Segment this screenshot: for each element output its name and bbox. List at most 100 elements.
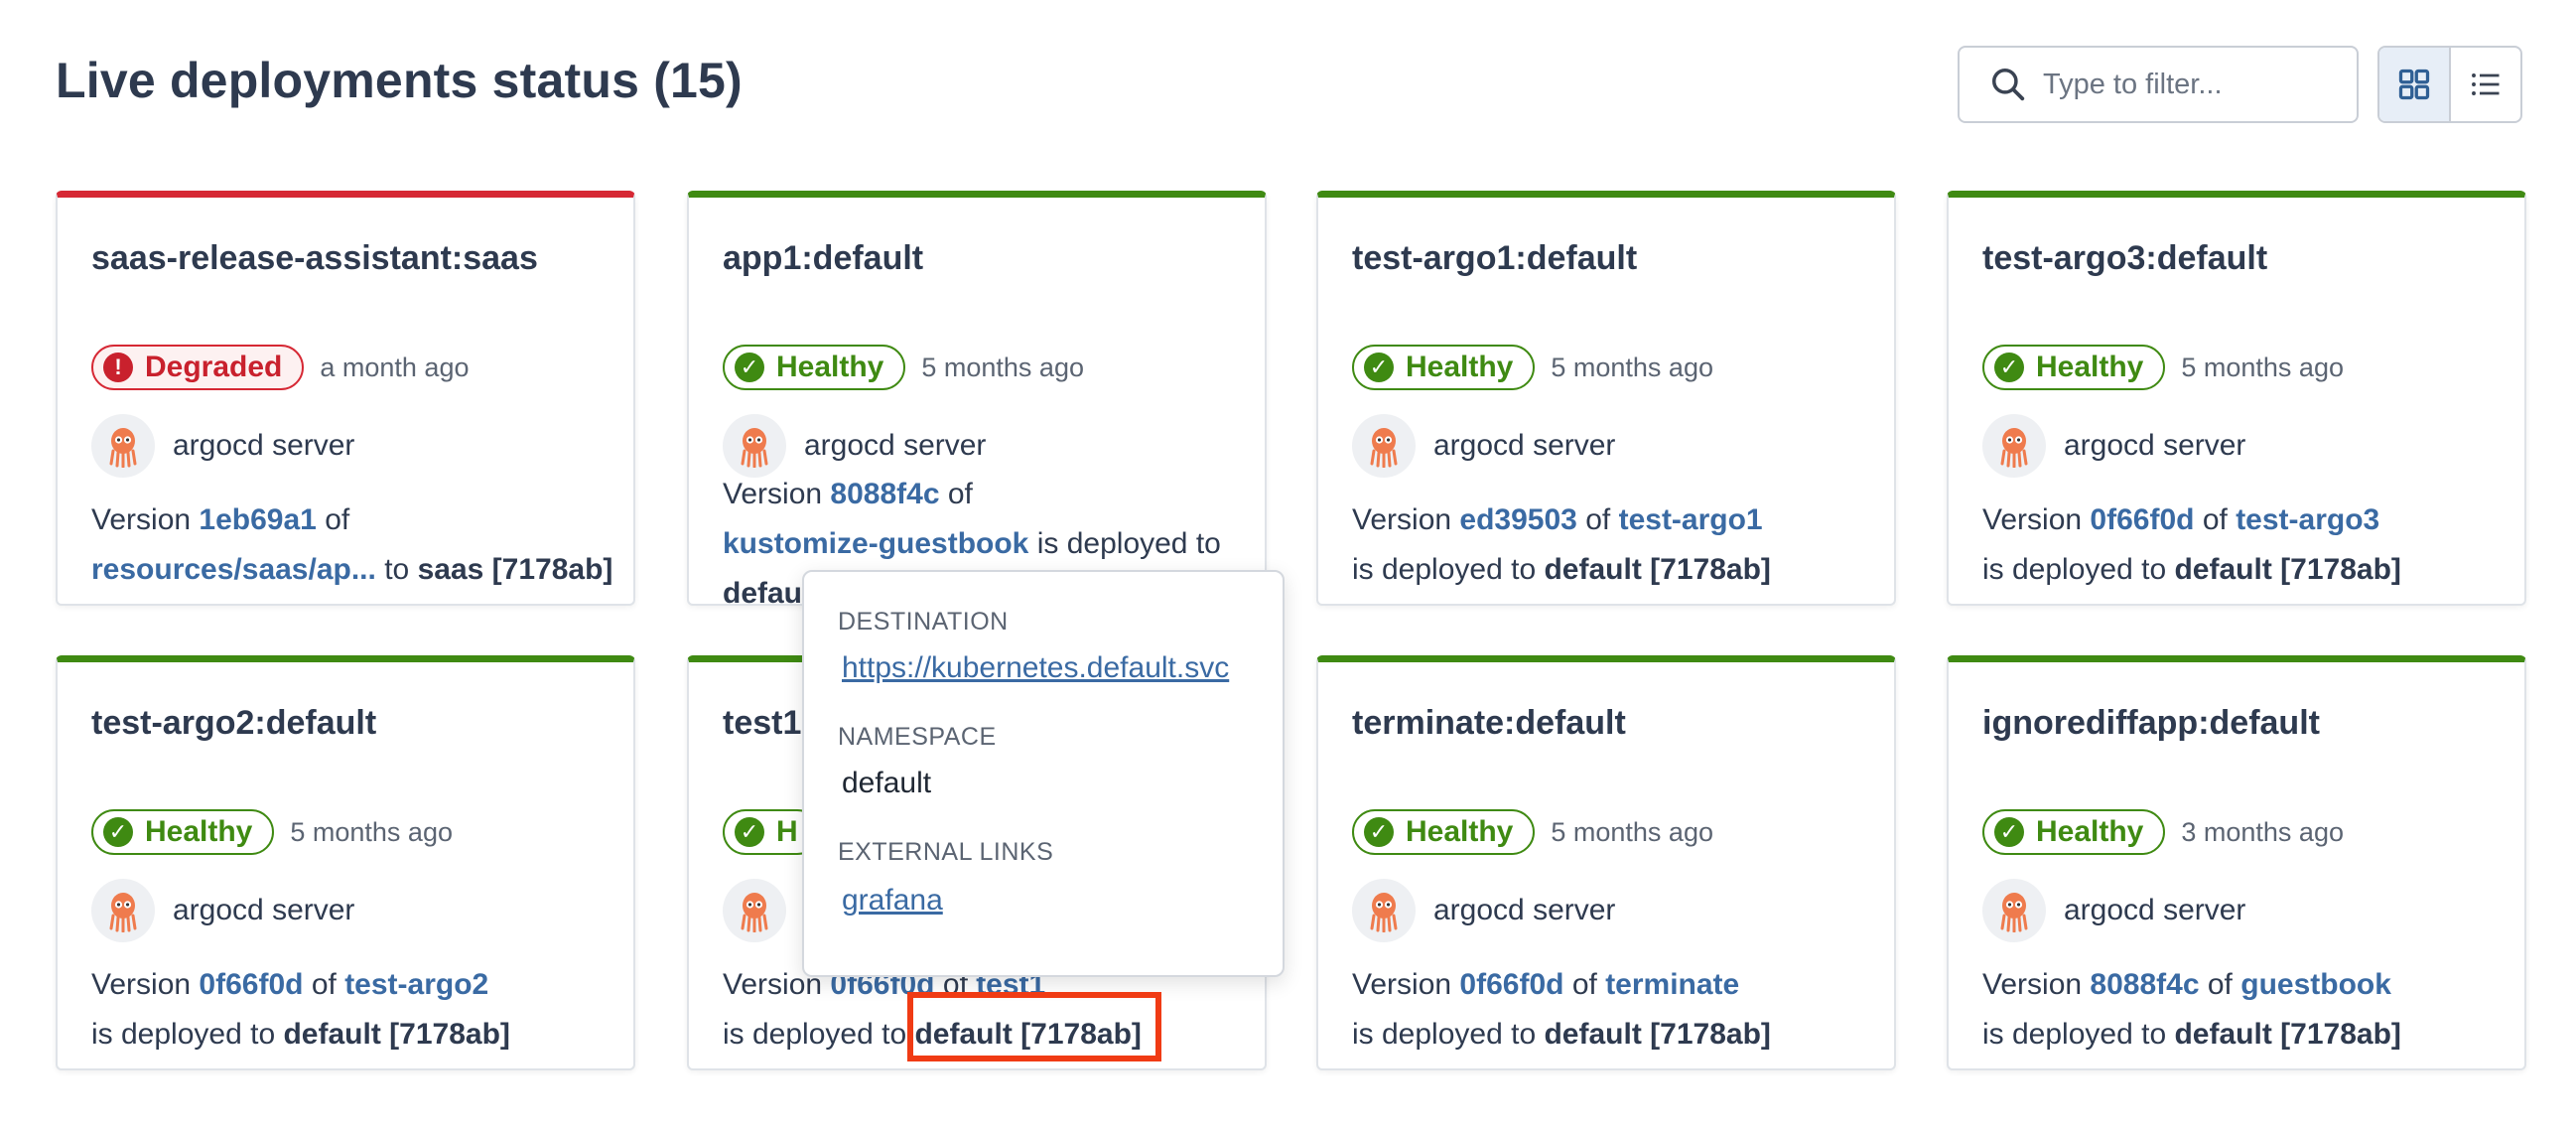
status-badge: ✓ Healthy	[723, 345, 906, 390]
argo-octopus-icon	[109, 893, 137, 932]
check-icon: ✓	[1364, 353, 1394, 382]
deployment-card[interactable]: ignorediffapp:default ✓ Healthy 3 months…	[1947, 655, 2526, 1070]
commit-link[interactable]: 8088f4c	[830, 478, 939, 510]
status-badge: ✓ Healthy	[1352, 809, 1536, 855]
version-info: Version 0f66f0d of terminate is deployed…	[1352, 968, 1771, 1051]
timestamp: 5 months ago	[1551, 816, 1713, 847]
argo-octopus-icon	[1370, 428, 1398, 468]
argo-octopus-icon	[2000, 428, 2028, 468]
argo-avatar	[723, 879, 786, 942]
author-name: argocd server	[173, 429, 355, 462]
deploy-target[interactable]: default [7178ab]	[1544, 553, 1770, 586]
timestamp: 5 months ago	[1551, 352, 1713, 382]
filter-input[interactable]	[2041, 67, 2343, 102]
check-icon: ✓	[1994, 817, 2024, 847]
view-toggle	[2377, 46, 2522, 123]
author-name: argocd server	[1433, 429, 1616, 462]
commit-link[interactable]: 0f66f0d	[2090, 503, 2194, 536]
card-title: terminate:default	[1352, 704, 1626, 742]
destination-label: DESTINATION	[838, 608, 1009, 636]
timestamp: 3 months ago	[2181, 816, 2344, 847]
commit-link[interactable]: ed39503	[1459, 503, 1576, 536]
deployment-card[interactable]: saas-release-assistant:saas ! Degraded a…	[56, 191, 635, 606]
argo-avatar	[1982, 414, 2046, 478]
repo-link[interactable]: test-argo1	[1619, 503, 1763, 536]
author-name: argocd server	[173, 894, 355, 926]
check-icon: ✓	[103, 817, 133, 847]
argo-octopus-icon	[109, 428, 137, 468]
argo-avatar	[1982, 879, 2046, 942]
grid-view-icon	[2398, 69, 2430, 100]
check-icon: ✓	[1364, 817, 1394, 847]
namespace-label: NAMESPACE	[838, 723, 997, 751]
status-badge: ✓ Healthy	[1352, 345, 1536, 390]
deployment-card[interactable]: test-argo1:default ✓ Healthy 5 months ag…	[1316, 191, 1896, 606]
version-info: Version ed39503 of test-argo1 is deploye…	[1352, 503, 1771, 586]
deployment-card[interactable]: test-argo2:default ✓ Healthy 5 months ag…	[56, 655, 635, 1070]
repo-link[interactable]: test-argo3	[2236, 503, 2379, 536]
card-title: test-argo2:default	[91, 704, 377, 742]
status-badge: ! Degraded	[91, 345, 305, 390]
status-label: H	[776, 815, 798, 848]
deploy-target[interactable]: default [7178ab]	[2174, 553, 2400, 586]
card-title: test1	[723, 704, 802, 742]
timestamp: 5 months ago	[290, 816, 453, 847]
external-links-label: EXTERNAL LINKS	[838, 838, 1054, 866]
search-icon	[1992, 69, 2025, 101]
version-info: Version 1eb69a1 of resources/saas/ap... …	[91, 503, 613, 586]
grafana-link[interactable]: grafana	[842, 884, 943, 918]
deployment-card[interactable]: test-argo3:default ✓ Healthy 5 months ag…	[1947, 191, 2526, 606]
destination-popover: DESTINATION https://kubernetes.default.s…	[802, 570, 1285, 977]
argo-octopus-icon	[741, 428, 768, 468]
status-badge: ✓ Healthy	[91, 809, 275, 855]
version-info: Version 8088f4c of guestbook is deployed…	[1982, 968, 2401, 1051]
card-title: ignorediffapp:default	[1982, 704, 2320, 742]
version-info: Version 0f66f0d of test-argo2 is deploye…	[91, 968, 510, 1051]
grid-view-button[interactable]	[2379, 48, 2451, 121]
commit-link[interactable]: 1eb69a1	[199, 503, 316, 536]
commit-link[interactable]: 8088f4c	[2090, 968, 2199, 1001]
status-label: Healthy	[776, 351, 884, 383]
commit-link[interactable]: 0f66f0d	[199, 968, 303, 1001]
filter-box[interactable]	[1958, 46, 2359, 123]
argo-avatar	[1352, 879, 1416, 942]
repo-link[interactable]: guestbook	[2240, 968, 2391, 1001]
argo-avatar	[1352, 414, 1416, 478]
error-icon: !	[103, 353, 133, 382]
argo-octopus-icon	[741, 893, 768, 932]
deploy-target[interactable]: default [7178ab]	[1544, 1018, 1770, 1051]
deployment-card[interactable]: app1:default ✓ Healthy 5 months ago argo…	[687, 191, 1267, 610]
status-label: Healthy	[1406, 351, 1514, 383]
status-label: Healthy	[2036, 815, 2144, 848]
namespace-value: default	[842, 767, 932, 799]
highlight-box	[907, 992, 1161, 1061]
deploy-target[interactable]: saas [7178ab]	[418, 553, 613, 586]
author-name: argocd server	[2064, 429, 2246, 462]
author-name: argocd server	[2064, 894, 2246, 926]
destination-link[interactable]: https://kubernetes.default.svc	[842, 651, 1229, 685]
status-label: Degraded	[145, 351, 283, 383]
card-title: app1:default	[723, 239, 924, 277]
deploy-target[interactable]: default [7178ab]	[2174, 1018, 2400, 1051]
deployment-card[interactable]: terminate:default ✓ Healthy 5 months ago…	[1316, 655, 1896, 1070]
timestamp: 5 months ago	[921, 352, 1084, 382]
commit-link[interactable]: 0f66f0d	[1459, 968, 1563, 1001]
check-icon: ✓	[1994, 353, 2024, 382]
timestamp: a month ago	[320, 352, 470, 382]
status-label: Healthy	[145, 815, 253, 848]
status-label: Healthy	[1406, 815, 1514, 848]
page-title: Live deployments status (15)	[56, 53, 743, 108]
card-title: test-argo1:default	[1352, 239, 1638, 277]
repo-link[interactable]: kustomize-guestbook	[723, 527, 1028, 560]
card-title: test-argo3:default	[1982, 239, 2268, 277]
argo-avatar	[723, 414, 786, 478]
status-badge: ✓ Healthy	[1982, 809, 2166, 855]
repo-link[interactable]: resources/saas/ap...	[91, 553, 376, 586]
list-view-button[interactable]	[2451, 48, 2520, 121]
repo-link[interactable]: test-argo2	[344, 968, 488, 1001]
deploy-target[interactable]: default [7178ab]	[283, 1018, 509, 1051]
repo-link[interactable]: terminate	[1605, 968, 1739, 1001]
author-name: argocd server	[1433, 894, 1616, 926]
argo-octopus-icon	[1370, 893, 1398, 932]
author-name: argocd server	[804, 429, 987, 462]
